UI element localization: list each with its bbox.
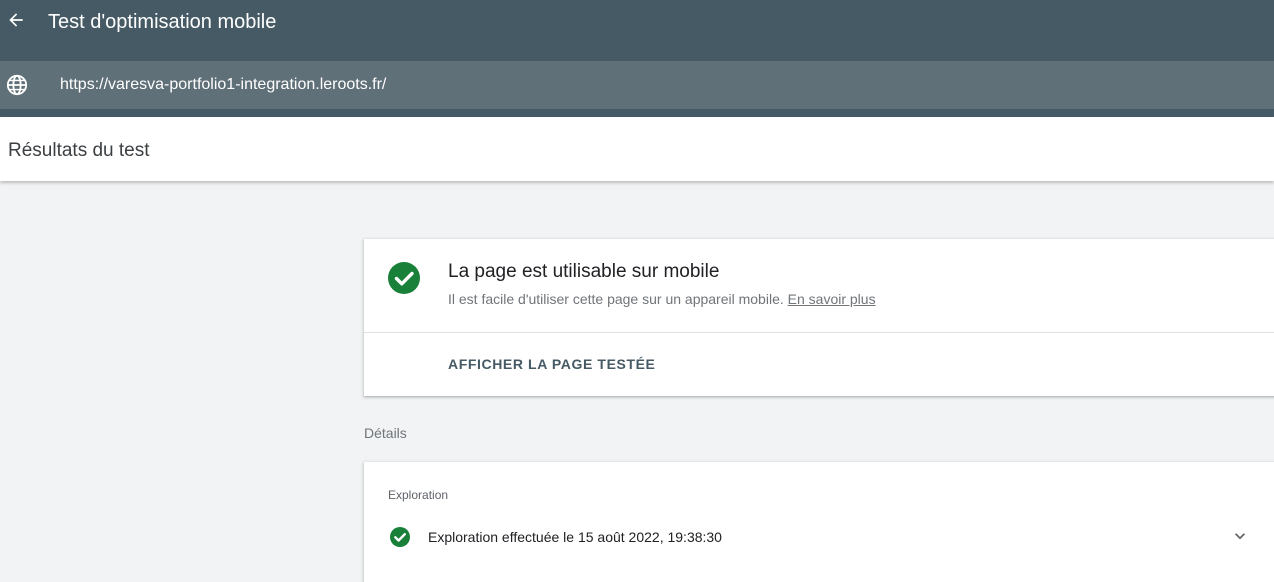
check-circle-icon <box>390 527 410 547</box>
check-circle-icon <box>388 262 420 294</box>
summary-card: La page est utilisable sur mobile Il est… <box>364 239 1274 396</box>
details-label: Détails <box>364 425 407 441</box>
url-bar: https://varesva-portfolio1-integration.l… <box>0 61 1274 109</box>
learn-more-link[interactable]: En savoir plus <box>788 291 876 307</box>
globe-icon <box>6 74 28 96</box>
tested-url[interactable]: https://varesva-portfolio1-integration.l… <box>60 75 386 95</box>
app-bar: Test d'optimisation mobile <box>0 0 1274 61</box>
results-title: Résultats du test <box>8 140 150 161</box>
details-card: Exploration Exploration effectuée le 15 … <box>364 462 1274 582</box>
status-title: La page est utilisable sur mobile <box>448 261 720 282</box>
divider <box>364 332 1274 333</box>
status-description-text: Il est facile d'utiliser cette page sur … <box>448 291 784 307</box>
crawl-status-text: Exploration effectuée le 15 août 2022, 1… <box>428 529 722 545</box>
chevron-down-icon[interactable] <box>1230 526 1250 546</box>
status-description: Il est facile d'utiliser cette page sur … <box>448 290 876 308</box>
arrow-back-icon <box>9 13 23 27</box>
page-title: Test d'optimisation mobile <box>48 11 277 33</box>
url-bar-bottom <box>0 109 1274 117</box>
view-tested-page-button[interactable]: AFFICHER LA PAGE TESTÉE <box>448 356 655 372</box>
back-button[interactable] <box>4 8 28 32</box>
results-header: Résultats du test <box>0 117 1274 181</box>
section-label: Exploration <box>388 488 449 502</box>
